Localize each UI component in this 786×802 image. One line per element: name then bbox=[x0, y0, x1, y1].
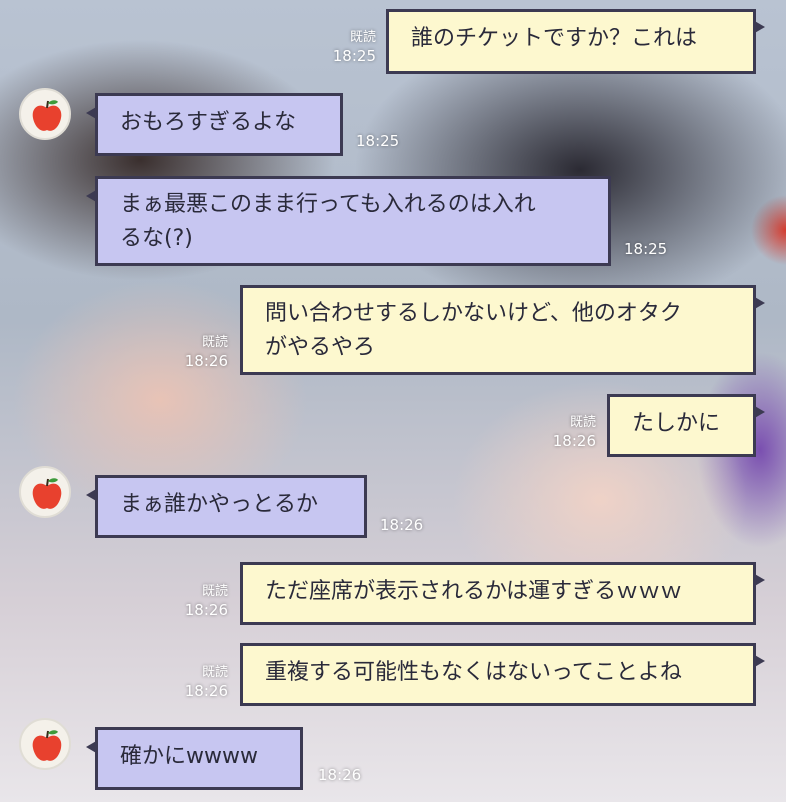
incoming-message[interactable]: まぁ最悪このまま行っても入れるのは入れ るな(?) bbox=[86, 176, 611, 266]
timestamp: 18:26 bbox=[380, 516, 424, 534]
message-text: ただ座席が表示されるかは運すぎるｗｗｗ bbox=[265, 579, 683, 604]
outgoing-message[interactable]: ただ座席が表示されるかは運すぎるｗｗｗ bbox=[240, 562, 765, 625]
message-meta: 既読 18:26 bbox=[185, 333, 228, 371]
incoming-message[interactable]: まぁ誰かやっとるか bbox=[86, 475, 367, 538]
apple-icon bbox=[32, 100, 62, 131]
avatar[interactable] bbox=[19, 88, 71, 140]
read-receipt: 既読 bbox=[349, 30, 376, 45]
message-text: 重複する可能性もなくはないってことよね bbox=[265, 660, 682, 685]
timestamp: 18:25 bbox=[356, 132, 400, 150]
apple-icon bbox=[32, 478, 62, 509]
outgoing-message[interactable]: 問い合わせするしかないけど、他のオタク がやるやろ bbox=[240, 285, 765, 375]
outgoing-message[interactable]: 誰のチケットですか？これは bbox=[386, 9, 765, 74]
message-meta: 既読 18:26 bbox=[185, 663, 228, 701]
message-text-line-1: 問い合わせするしかないけど、他のオタク bbox=[265, 301, 682, 326]
outgoing-message[interactable]: たしかに bbox=[607, 394, 765, 457]
read-receipt: 既読 bbox=[201, 665, 228, 680]
message-text: おもろすぎるよな bbox=[120, 110, 297, 135]
message-text-line-2: がやるやろ bbox=[265, 335, 376, 360]
timestamp: 18:26 bbox=[552, 432, 596, 450]
incoming-message[interactable]: 確かにwwww bbox=[86, 727, 303, 790]
apple-icon bbox=[32, 730, 62, 761]
message-meta: 既読 18:26 bbox=[185, 582, 228, 620]
avatar[interactable] bbox=[19, 718, 71, 770]
timestamp: 18:26 bbox=[184, 352, 228, 370]
incoming-message[interactable]: おもろすぎるよな bbox=[86, 93, 343, 156]
read-receipt: 既読 bbox=[201, 335, 228, 350]
message-text-line-1: まぁ最悪このまま行っても入れるのは入れ bbox=[120, 192, 536, 217]
timestamp: 18:26 bbox=[318, 766, 362, 784]
read-receipt: 既読 bbox=[569, 415, 596, 430]
message-meta: 既読 18:25 bbox=[333, 28, 376, 66]
message-meta: 既読 18:26 bbox=[553, 413, 596, 451]
message-text-line-2: るな(?) bbox=[120, 226, 193, 251]
timestamp: 18:26 bbox=[184, 682, 228, 700]
message-text: まぁ誰かやっとるか bbox=[120, 492, 319, 517]
read-receipt: 既読 bbox=[201, 584, 228, 599]
outgoing-message[interactable]: 重複する可能性もなくはないってことよね bbox=[240, 643, 765, 706]
avatar[interactable] bbox=[19, 466, 71, 518]
timestamp: 18:25 bbox=[332, 47, 376, 65]
timestamp: 18:26 bbox=[184, 601, 228, 619]
message-text: 確かにwwww bbox=[120, 744, 258, 769]
timestamp: 18:25 bbox=[624, 240, 668, 258]
message-text: 誰のチケットですか？これは bbox=[411, 26, 698, 51]
message-text: たしかに bbox=[632, 411, 721, 436]
